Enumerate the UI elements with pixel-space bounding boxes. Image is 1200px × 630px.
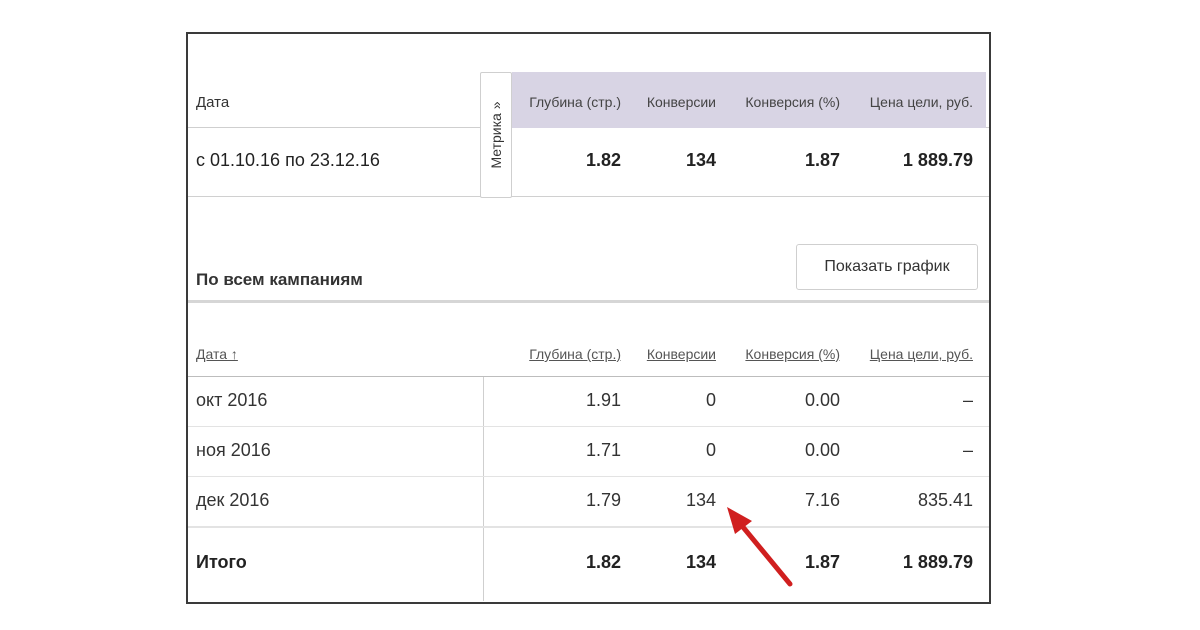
row-depth: 1.91 xyxy=(585,390,621,410)
table-head-conversion-rate[interactable]: Конверсия (%) xyxy=(745,346,840,362)
section-title: По всем кампаниям xyxy=(196,270,363,289)
row-depth: 1.79 xyxy=(585,490,621,510)
row-conversion-rate: 0.00 xyxy=(804,440,840,460)
summary-conversion-rate-value: 1.87 xyxy=(804,150,840,170)
row-depth: 1.71 xyxy=(585,440,621,460)
show-chart-button[interactable]: Показать график xyxy=(796,244,978,290)
row-goal-cost: 835.41 xyxy=(917,490,973,510)
total-divider xyxy=(188,527,989,528)
section-divider xyxy=(188,300,989,303)
total-depth: 1.82 xyxy=(585,552,621,572)
row-goal-cost: – xyxy=(962,390,973,410)
row-conversions: 0 xyxy=(705,440,716,460)
table-head-depth[interactable]: Глубина (стр.) xyxy=(529,346,621,362)
summary-goal-cost-value: 1 889.79 xyxy=(902,150,973,170)
summary-col-depth: Глубина (стр.) xyxy=(529,94,621,110)
row-period: окт 2016 xyxy=(196,390,268,410)
table-row: дек 2016 1.79 134 7.16 835.41 xyxy=(188,477,989,527)
total-conversion-rate: 1.87 xyxy=(804,552,840,572)
stats-panel: Дата Глубина (стр.) Конверсии Конверсия … xyxy=(186,32,991,604)
table-row: ноя 2016 1.71 0 0.00 – xyxy=(188,427,989,477)
metrika-tab[interactable]: Метрика » xyxy=(480,72,512,198)
total-conversions: 134 xyxy=(685,552,716,572)
summary-divider xyxy=(188,196,989,197)
row-period: дек 2016 xyxy=(196,490,270,510)
total-goal-cost: 1 889.79 xyxy=(902,552,973,572)
summary-depth-value: 1.82 xyxy=(585,150,621,170)
summary-conversions-value: 134 xyxy=(685,150,716,170)
row-conversions: 0 xyxy=(705,390,716,410)
total-label: Итого xyxy=(196,552,247,572)
table-total-row: Итого 1.82 134 1.87 1 889.79 xyxy=(188,539,989,589)
table-head-date[interactable]: Дата ↑ xyxy=(196,346,238,362)
summary-period: с 01.10.16 по 23.12.16 xyxy=(196,150,380,170)
table-row: окт 2016 1.91 0 0.00 – xyxy=(188,377,989,427)
row-goal-cost: – xyxy=(962,440,973,460)
row-conversion-rate: 7.16 xyxy=(804,490,840,510)
row-conversion-rate: 0.00 xyxy=(804,390,840,410)
summary-col-conversion-rate: Конверсия (%) xyxy=(745,94,840,110)
row-conversions: 134 xyxy=(685,490,716,510)
metrika-tab-label: Метрика » xyxy=(488,101,504,169)
summary-date-label: Дата xyxy=(196,94,230,111)
summary-col-goal-cost: Цена цели, руб. xyxy=(869,94,973,110)
table-head-conversions[interactable]: Конверсии xyxy=(647,346,716,362)
summary-col-conversions: Конверсии xyxy=(646,94,716,110)
table-head-goal-cost[interactable]: Цена цели, руб. xyxy=(870,346,973,362)
row-period: ноя 2016 xyxy=(196,440,271,460)
